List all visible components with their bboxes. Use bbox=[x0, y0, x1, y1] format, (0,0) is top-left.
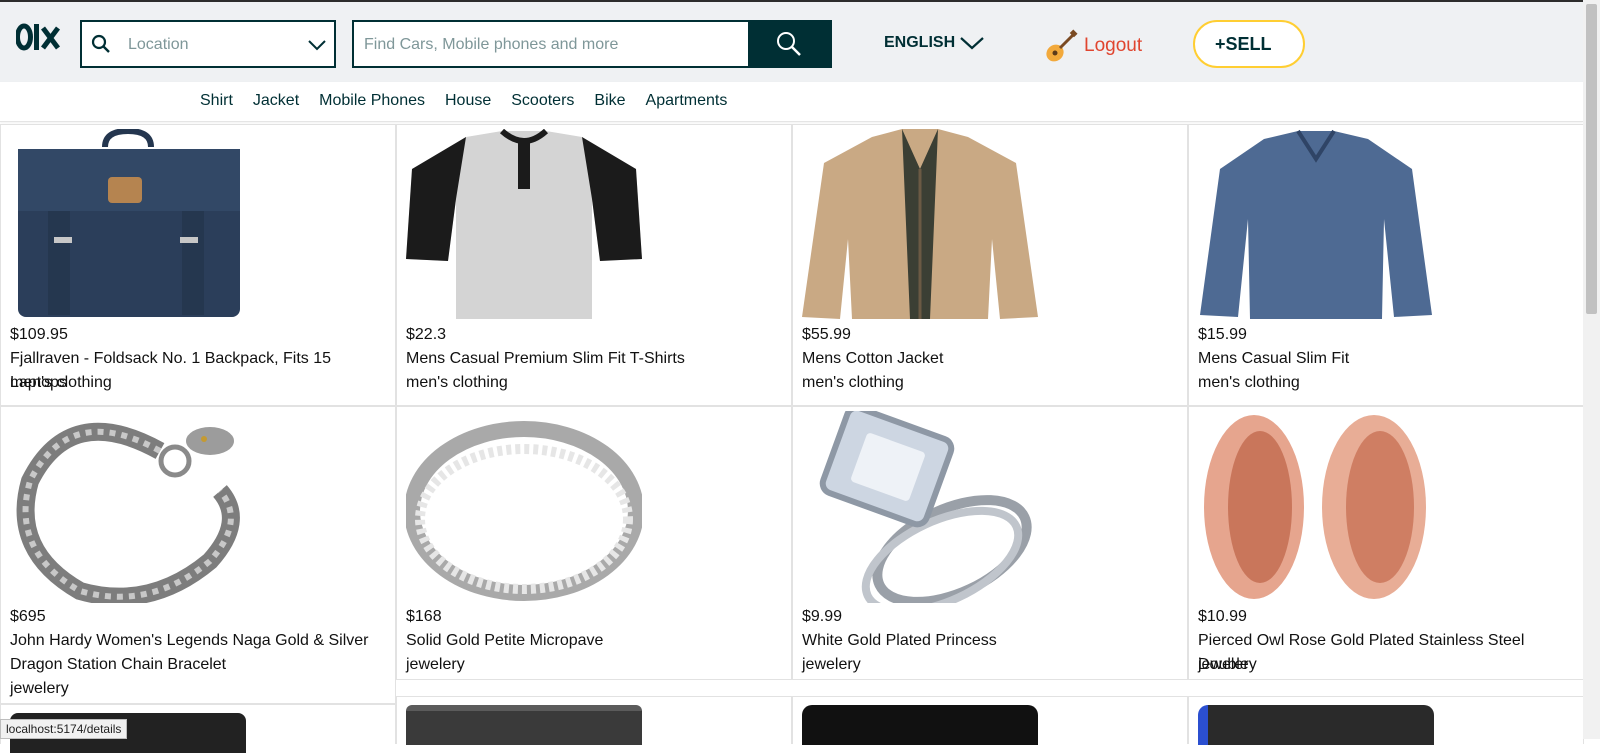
product-category: jewelery bbox=[10, 680, 69, 697]
product-price: $15.99 bbox=[1198, 326, 1247, 343]
location-selector[interactable] bbox=[80, 20, 336, 68]
product-title: Solid Gold Petite Micropave bbox=[406, 632, 604, 649]
product-category: men's clothing bbox=[406, 374, 508, 391]
category-shirt[interactable]: Shirt bbox=[200, 92, 233, 110]
language-label: ENGLISH bbox=[884, 34, 956, 51]
sell-button[interactable]: +SELL bbox=[1193, 20, 1305, 68]
product-card[interactable]: $695 John Hardy Women's Legends Naga Gol… bbox=[0, 406, 396, 704]
product-category: men's clothing bbox=[1198, 374, 1300, 391]
search-icon bbox=[777, 32, 801, 56]
product-price: $109.95 bbox=[10, 326, 68, 343]
product-title: Mens Casual Premium Slim Fit T-Shirts bbox=[406, 350, 685, 367]
language-selector[interactable]: ENGLISH bbox=[884, 34, 985, 52]
ring-image bbox=[406, 421, 642, 601]
backpack-image bbox=[18, 129, 240, 317]
category-scooters[interactable]: Scooters bbox=[511, 92, 574, 110]
scrollbar-thumb[interactable] bbox=[1586, 4, 1597, 314]
product-image bbox=[406, 705, 642, 745]
plugs-image bbox=[1204, 415, 1426, 599]
product-category: men's clothing bbox=[802, 374, 904, 391]
product-card[interactable]: $55.99 Mens Cotton Jacket men's clothing bbox=[792, 124, 1188, 406]
category-house[interactable]: House bbox=[445, 92, 491, 110]
product-price: $22.3 bbox=[406, 326, 447, 343]
category-jacket[interactable]: Jacket bbox=[253, 92, 299, 110]
product-price: $55.99 bbox=[802, 326, 851, 343]
search-button[interactable] bbox=[748, 22, 830, 66]
product-category: men's clothing bbox=[10, 374, 112, 391]
search-icon bbox=[91, 34, 110, 53]
product-card[interactable]: $168 Solid Gold Petite Micropave jeweler… bbox=[396, 406, 792, 680]
product-card[interactable] bbox=[396, 696, 792, 745]
status-bar-url: localhost:5174/details bbox=[0, 719, 128, 739]
product-price: $695 bbox=[10, 608, 46, 625]
longsleeve-image bbox=[1200, 129, 1432, 319]
product-title: Mens Casual Slim Fit bbox=[1198, 350, 1350, 367]
search-input[interactable] bbox=[364, 32, 744, 58]
chevron-down-icon bbox=[960, 37, 984, 50]
product-image bbox=[1198, 705, 1434, 745]
category-mobile-phones[interactable]: Mobile Phones bbox=[319, 92, 425, 110]
bracelet-image bbox=[16, 422, 240, 603]
diamond-ring-image bbox=[819, 411, 1032, 603]
product-title: John Hardy Women's Legends Naga Gold & S… bbox=[10, 632, 369, 673]
product-category: jewelery bbox=[406, 656, 465, 673]
product-title: Mens Cotton Jacket bbox=[802, 350, 944, 367]
location-input[interactable] bbox=[128, 32, 298, 58]
tshirt-image bbox=[406, 129, 642, 319]
product-category: jewelery bbox=[1198, 656, 1257, 673]
product-card[interactable] bbox=[792, 696, 1188, 745]
product-category: jewelery bbox=[802, 656, 861, 673]
product-card[interactable]: $109.95 Fjallraven - Foldsack No. 1 Back… bbox=[0, 124, 396, 406]
guitar-icon bbox=[1046, 29, 1078, 62]
product-price: $9.99 bbox=[802, 608, 843, 625]
product-image bbox=[802, 705, 1038, 745]
jacket-image bbox=[802, 129, 1038, 319]
category-bike[interactable]: Bike bbox=[594, 92, 625, 110]
search-bar bbox=[352, 20, 832, 68]
product-price: $10.99 bbox=[1198, 608, 1247, 625]
scrollbar[interactable] bbox=[1583, 0, 1600, 739]
category-bar: Shirt Jacket Mobile Phones House Scooter… bbox=[0, 82, 1583, 122]
product-card[interactable]: $10.99 Pierced Owl Rose Gold Plated Stai… bbox=[1188, 406, 1584, 680]
chevron-down-icon[interactable] bbox=[306, 34, 328, 56]
header: ENGLISH Logout +SELL bbox=[0, 0, 1583, 82]
product-title: White Gold Plated Princess bbox=[802, 632, 997, 649]
logout-link[interactable]: Logout bbox=[1084, 35, 1142, 57]
product-card[interactable]: $9.99 White Gold Plated Princess jeweler… bbox=[792, 406, 1188, 680]
category-apartments[interactable]: Apartments bbox=[646, 92, 728, 110]
product-card[interactable] bbox=[1188, 696, 1584, 745]
olx-logo[interactable] bbox=[16, 20, 60, 54]
product-price: $168 bbox=[406, 608, 442, 625]
product-card[interactable]: $22.3 Mens Casual Premium Slim Fit T-Shi… bbox=[396, 124, 792, 406]
product-card[interactable]: $15.99 Mens Casual Slim Fit men's clothi… bbox=[1188, 124, 1584, 406]
